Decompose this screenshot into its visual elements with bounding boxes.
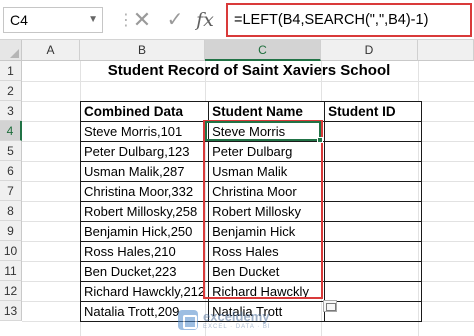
row-header-11[interactable]: 11	[0, 261, 22, 281]
insert-function-icon[interactable]: fx	[193, 8, 217, 32]
row-header-8[interactable]: 8	[0, 201, 22, 221]
watermark-tagline: EXCEL · DATA · BI	[203, 324, 271, 330]
row-header-1[interactable]: 1	[0, 61, 22, 81]
row-header-13[interactable]: 13	[0, 301, 22, 321]
exceldemy-logo-icon	[178, 310, 198, 330]
sheet-title: Student Record of Saint Xaviers School	[107, 62, 391, 79]
row-header-5[interactable]: 5	[0, 141, 22, 161]
watermark-text: exceldemy EXCEL · DATA · BI	[203, 310, 271, 330]
column-header-c[interactable]: C	[205, 40, 321, 61]
cell-id[interactable]	[324, 121, 423, 142]
row-header-10[interactable]: 10	[0, 241, 22, 261]
header-student-name[interactable]: Student Name	[208, 101, 326, 122]
cell-id[interactable]	[324, 161, 423, 182]
name-box[interactable]: C4 ▼	[3, 7, 103, 33]
header-combined-data[interactable]: Combined Data	[79, 101, 210, 122]
column-header-b[interactable]: B	[80, 40, 205, 61]
cell-id[interactable]	[324, 221, 423, 242]
select-all-icon	[10, 49, 19, 58]
gridline	[22, 81, 474, 82]
cell-combined[interactable]: Ben Ducket,223	[79, 261, 210, 282]
cell-combined[interactable]: Richard Hawckly,212	[79, 281, 210, 302]
column-header-e[interactable]	[418, 40, 474, 61]
cell-id[interactable]	[324, 281, 423, 302]
header-student-id[interactable]: Student ID	[324, 101, 423, 122]
row-header-4[interactable]: 4	[0, 121, 22, 141]
table-header-row: Combined Data Student Name Student ID	[79, 101, 423, 122]
cell-id[interactable]	[324, 261, 423, 282]
select-all-button[interactable]	[0, 40, 22, 61]
cell-combined[interactable]: Benjamin Hick,250	[79, 221, 210, 242]
active-cell-selection[interactable]	[205, 121, 323, 143]
row-header-7[interactable]: 7	[0, 181, 22, 201]
watermark-name: exceldemy	[203, 309, 270, 324]
row-header-9[interactable]: 9	[0, 221, 22, 241]
cell-id[interactable]	[324, 301, 423, 322]
cell-combined[interactable]: Ross Hales,210	[79, 241, 210, 262]
cell-combined[interactable]: Robert Millosky,258	[79, 201, 210, 222]
check-icon[interactable]: ✓	[163, 8, 187, 32]
watermark: exceldemy EXCEL · DATA · BI	[178, 308, 271, 332]
cell-combined[interactable]: Steve Morris,101	[79, 121, 210, 142]
cell-combined[interactable]: Usman Malik,287	[79, 161, 210, 182]
chevron-down-icon[interactable]: ▼	[88, 8, 98, 32]
cancel-icon[interactable]: ✕	[130, 8, 154, 32]
cell-id[interactable]	[324, 201, 423, 222]
cell-combined[interactable]: Christina Moor,332	[79, 181, 210, 202]
row-header-2[interactable]: 2	[0, 81, 22, 101]
cell-id[interactable]	[324, 241, 423, 262]
name-box-value: C4	[10, 12, 28, 28]
cell-id[interactable]	[324, 181, 423, 202]
cell-id[interactable]	[324, 141, 423, 162]
formula-input[interactable]: =LEFT(B4,SEARCH(",",B4)-1)	[226, 3, 472, 37]
highlight-box	[203, 120, 323, 299]
column-header-a[interactable]: A	[22, 40, 80, 61]
cell-combined[interactable]: Peter Dulbarg,123	[79, 141, 210, 162]
row-header-3[interactable]: 3	[0, 101, 22, 121]
autofill-options-icon[interactable]	[323, 300, 337, 312]
fill-handle[interactable]	[317, 137, 323, 143]
row-header-12[interactable]: 12	[0, 281, 22, 301]
row-header-6[interactable]: 6	[0, 161, 22, 181]
formula-bar: C4 ▼ ⋮ ✕ ✓ fx =LEFT(B4,SEARCH(",",B4)-1)	[0, 0, 474, 40]
column-header-d[interactable]: D	[321, 40, 418, 61]
worksheet-grid[interactable]: A B C D 1 2 3 4 5 6 7 8 9 10 11 12 13 St…	[0, 40, 474, 336]
